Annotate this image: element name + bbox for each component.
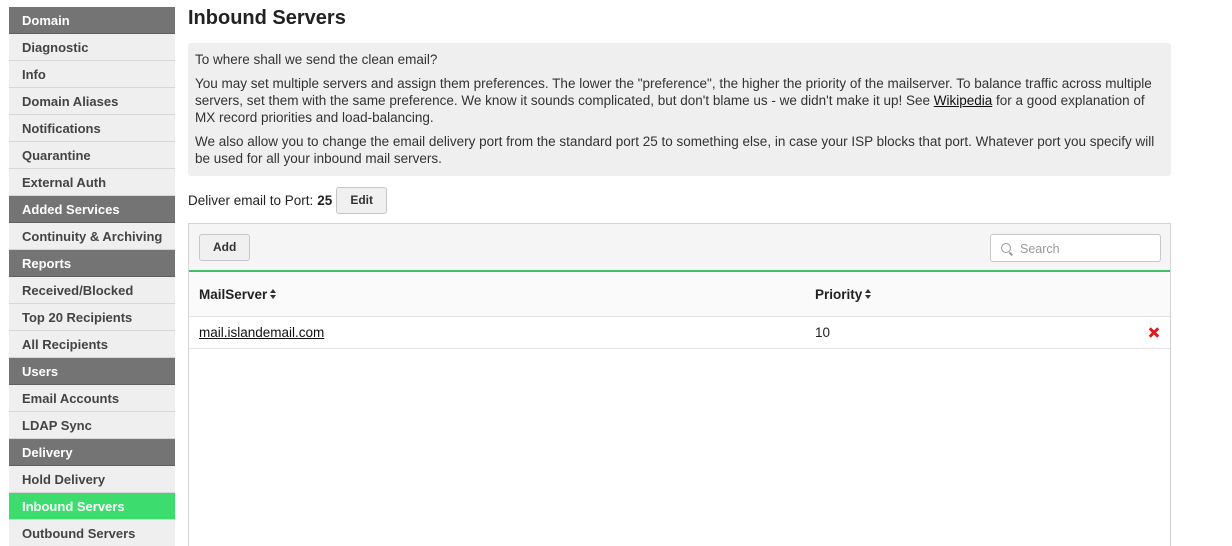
main-content: Inbound Servers To where shall we send t…	[188, 0, 1172, 546]
sort-icon	[865, 289, 872, 300]
sidebar-item-email-accounts[interactable]: Email Accounts	[9, 385, 175, 412]
sidebar-header-domain: Domain	[9, 7, 175, 34]
info-box: To where shall we send the clean email? …	[188, 43, 1171, 176]
add-server-button[interactable]: Add	[199, 234, 251, 261]
info-port: We also allow you to change the email de…	[195, 134, 1155, 166]
edit-port-button[interactable]: Edit	[336, 186, 387, 214]
search-box[interactable]	[990, 234, 1161, 262]
sidebar-item-continuity-archiving[interactable]: Continuity & Archiving	[9, 223, 175, 250]
sidebar-item-received-blocked[interactable]: Received/Blocked	[9, 277, 175, 304]
sidebar-item-notifications[interactable]: Notifications	[9, 115, 175, 142]
info-preferences: You may set multiple servers and assign …	[195, 75, 1163, 126]
search-input[interactable]	[1020, 239, 1156, 258]
sidebar-item-domain-aliases[interactable]: Domain Aliases	[9, 88, 175, 115]
sidebar-header-added-services: Added Services	[9, 196, 175, 223]
port-setting: Deliver email to Port: 25 Edit	[188, 186, 1172, 214]
sidebar-item-info[interactable]: Info	[9, 61, 175, 88]
sidebar-item-inbound-servers[interactable]: Inbound Servers	[9, 493, 175, 520]
sidebar-item-all-recipients[interactable]: All Recipients	[9, 331, 175, 358]
sidebar-header-delivery: Delivery	[9, 439, 175, 466]
wikipedia-link[interactable]: Wikipedia	[934, 93, 993, 108]
servers-panel: Add MailServer Priority mail.islandemail…	[188, 223, 1171, 546]
mailserver-link[interactable]: mail.islandemail.com	[199, 325, 324, 340]
priority-value: 10	[815, 325, 831, 340]
info-question: To where shall we send the clean email?	[195, 52, 438, 67]
sidebar-item-external-auth[interactable]: External Auth	[9, 169, 175, 196]
sort-icon	[270, 289, 277, 300]
table-toolbar: Add	[189, 224, 1170, 272]
port-label: Deliver email to Port:	[188, 192, 314, 208]
delete-icon[interactable]	[1148, 325, 1160, 339]
column-header-mailserver-label: MailServer	[199, 287, 268, 302]
port-value: 25	[317, 192, 333, 208]
column-header-mailserver[interactable]: MailServer	[199, 287, 277, 302]
sidebar-item-outbound-servers[interactable]: Outbound Servers	[9, 520, 175, 546]
sidebar-item-ldap-sync[interactable]: LDAP Sync	[9, 412, 175, 439]
column-header-priority-label: Priority	[815, 287, 863, 302]
sidebar-item-quarantine[interactable]: Quarantine	[9, 142, 175, 169]
page-title: Inbound Servers	[188, 7, 346, 29]
sidebar-header-reports: Reports	[9, 250, 175, 277]
sidebar-item-top-20-recipients[interactable]: Top 20 Recipients	[9, 304, 175, 331]
table-header: MailServer Priority	[189, 272, 1170, 317]
column-header-priority[interactable]: Priority	[815, 287, 872, 302]
table-row: mail.islandemail.com 10	[189, 317, 1170, 349]
sidebar-header-users: Users	[9, 358, 175, 385]
sidebar: Domain Diagnostic Info Domain Aliases No…	[9, 7, 175, 546]
sidebar-item-diagnostic[interactable]: Diagnostic	[9, 34, 175, 61]
search-icon	[1001, 243, 1011, 253]
sidebar-item-hold-delivery[interactable]: Hold Delivery	[9, 466, 175, 493]
